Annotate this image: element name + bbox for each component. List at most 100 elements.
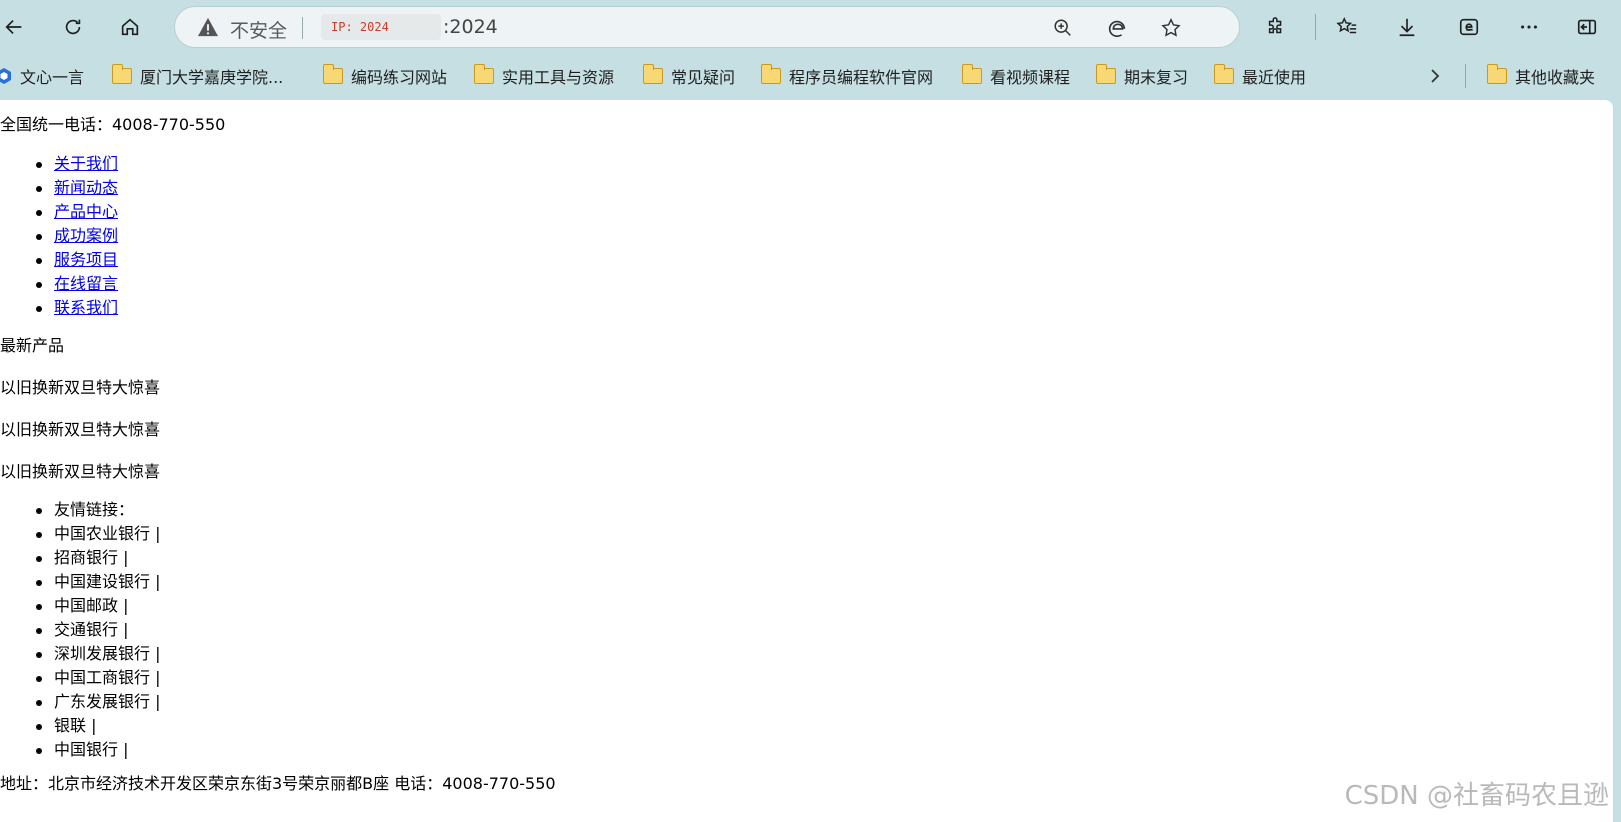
bookmark-2[interactable]: 编码练习网站 bbox=[322, 62, 448, 90]
sidebar-icon bbox=[1577, 19, 1597, 35]
list-item: 中国农业银行 | bbox=[35, 522, 160, 546]
home-icon bbox=[121, 18, 139, 36]
list-item: 交通银行 | bbox=[35, 618, 160, 642]
list-item: 中国邮政 | bbox=[35, 594, 160, 618]
bookmark-0[interactable]: 文心一言 bbox=[0, 62, 84, 90]
bookmark-6[interactable]: 看视频课程 bbox=[961, 62, 1071, 90]
home-button[interactable] bbox=[112, 9, 148, 45]
bookmark-label: 实用工具与资源 bbox=[502, 68, 615, 87]
nav-link-products[interactable]: 产品中心 bbox=[54, 202, 118, 221]
folder-icon bbox=[1213, 64, 1234, 84]
more-dots-icon bbox=[1521, 25, 1537, 29]
bookmark-label: 编码练习网站 bbox=[351, 68, 448, 87]
bookmarks-divider bbox=[1465, 64, 1466, 88]
sidebar-button[interactable] bbox=[1569, 9, 1605, 45]
promo-text: 以旧换新双旦特大惊喜 bbox=[0, 420, 161, 439]
download-icon bbox=[1399, 18, 1415, 37]
edge-icon bbox=[1108, 20, 1126, 38]
folder-icon bbox=[111, 64, 132, 84]
back-button[interactable] bbox=[0, 9, 32, 45]
nav-link-about[interactable]: 关于我们 bbox=[54, 154, 118, 173]
chevron-right-icon[interactable] bbox=[1425, 64, 1445, 88]
nav-link-message[interactable]: 在线留言 bbox=[54, 274, 118, 293]
bookmark-label: 程序员编程软件官网 bbox=[789, 68, 934, 87]
address-bar[interactable]: 不安全 IP: 2024 :2024 bbox=[174, 6, 1240, 48]
favorites-button[interactable] bbox=[1329, 9, 1365, 45]
warning-icon bbox=[198, 17, 218, 37]
bookmark-8[interactable]: 最近使用 bbox=[1213, 62, 1307, 90]
bookmark-5[interactable]: 程序员编程软件官网 bbox=[760, 62, 934, 90]
list-item: 招商银行 | bbox=[35, 546, 160, 570]
ip-badge: IP: 2024 bbox=[321, 14, 441, 40]
bookmark-label: 常见疑问 bbox=[671, 68, 736, 87]
list-item: 中国建设银行 | bbox=[35, 570, 160, 594]
downloads-button[interactable] bbox=[1389, 9, 1425, 45]
bookmark-label: 厦门大学嘉庚学院... bbox=[140, 68, 284, 87]
nav-item: 新闻动态 bbox=[35, 176, 118, 200]
friend-links-list: 友情链接： 中国农业银行 | 招商银行 | 中国建设银行 | 中国邮政 | 交通… bbox=[35, 498, 160, 762]
bookmark-3[interactable]: 实用工具与资源 bbox=[473, 62, 615, 90]
bookmark-1[interactable]: 厦门大学嘉庚学院... bbox=[111, 62, 284, 90]
bookmark-7[interactable]: 期末复习 bbox=[1095, 62, 1189, 90]
nav-link-services[interactable]: 服务项目 bbox=[54, 250, 118, 269]
nav-link-cases[interactable]: 成功案例 bbox=[54, 226, 118, 245]
edge-app-button[interactable] bbox=[1104, 15, 1130, 41]
ie-icon bbox=[1459, 18, 1479, 36]
security-label[interactable]: 不安全 bbox=[230, 16, 287, 43]
zoom-in-icon bbox=[1054, 19, 1071, 36]
folder-icon bbox=[1095, 64, 1116, 84]
promo-text: 以旧换新双旦特大惊喜 bbox=[0, 378, 161, 397]
nav-link-contact[interactable]: 联系我们 bbox=[54, 298, 118, 317]
watermark: CSDN @社畜码农且逊 bbox=[1344, 781, 1609, 811]
address-divider bbox=[302, 17, 303, 39]
zoom-button[interactable] bbox=[1050, 15, 1076, 41]
list-item: 深圳发展银行 | bbox=[35, 642, 160, 666]
nav-item: 服务项目 bbox=[35, 248, 118, 272]
refresh-icon bbox=[65, 19, 81, 35]
bookmark-label: 最近使用 bbox=[1242, 68, 1307, 87]
nav-item: 在线留言 bbox=[35, 272, 118, 296]
list-item: 广东发展银行 | bbox=[35, 690, 160, 714]
wenxin-icon bbox=[0, 68, 11, 84]
folder-icon bbox=[642, 64, 663, 84]
other-bookmarks[interactable]: 其他收藏夹 bbox=[1486, 62, 1596, 90]
star-icon bbox=[1161, 18, 1181, 37]
folder-icon bbox=[473, 64, 494, 84]
ie-mode-button[interactable] bbox=[1451, 9, 1487, 45]
folder-icon bbox=[760, 64, 781, 84]
puzzle-icon bbox=[1268, 17, 1282, 34]
bookmarks-bar: 文心一言 厦门大学嘉庚学院... 编码练习网站 实用工具与资源 常见疑问 程序员… bbox=[0, 56, 1621, 96]
list-item: 中国工商银行 | bbox=[35, 666, 160, 690]
promo-text: 以旧换新双旦特大惊喜 bbox=[0, 462, 161, 481]
toolbar-divider bbox=[1315, 14, 1316, 40]
nav-item: 成功案例 bbox=[35, 224, 118, 248]
bookmark-label: 期末复习 bbox=[1124, 68, 1189, 87]
bookmark-label: 文心一言 bbox=[20, 68, 85, 87]
favorite-button[interactable] bbox=[1158, 15, 1184, 41]
bookmark-label: 看视频课程 bbox=[990, 68, 1071, 87]
bookmark-label: 其他收藏夹 bbox=[1515, 68, 1596, 87]
list-item: 友情链接： bbox=[35, 498, 160, 522]
folder-icon bbox=[1486, 64, 1507, 84]
bookmark-4[interactable]: 常见疑问 bbox=[642, 62, 736, 90]
browser-toolbar: 不安全 IP: 2024 :2024 bbox=[0, 0, 1621, 54]
nav-item: 产品中心 bbox=[35, 200, 118, 224]
refresh-button[interactable] bbox=[55, 9, 91, 45]
back-arrow-icon bbox=[5, 19, 22, 35]
nav-item: 联系我们 bbox=[35, 296, 118, 320]
folder-icon bbox=[322, 64, 343, 84]
products-heading: 最新产品 bbox=[0, 336, 65, 355]
address-port: :2024 bbox=[443, 16, 498, 38]
folder-icon bbox=[961, 64, 982, 84]
more-button[interactable] bbox=[1511, 9, 1547, 45]
page-content: 全国统一电话：4008-770-550 关于我们 新闻动态 产品中心 成功案例 … bbox=[0, 100, 1613, 822]
list-item: 银联 | bbox=[35, 714, 160, 738]
extensions-button[interactable] bbox=[1258, 9, 1294, 45]
list-item: 中国银行 | bbox=[35, 738, 160, 762]
favorites-list-icon bbox=[1336, 16, 1357, 34]
address-line: 地址：北京市经济技术开发区荣京东街3号荣京丽都B座 电话：4008-770-55… bbox=[0, 774, 556, 793]
nav-list: 关于我们 新闻动态 产品中心 成功案例 服务项目 在线留言 联系我们 bbox=[35, 152, 118, 320]
phone-line: 全国统一电话：4008-770-550 bbox=[0, 115, 226, 134]
nav-item: 关于我们 bbox=[35, 152, 118, 176]
nav-link-news[interactable]: 新闻动态 bbox=[54, 178, 118, 197]
